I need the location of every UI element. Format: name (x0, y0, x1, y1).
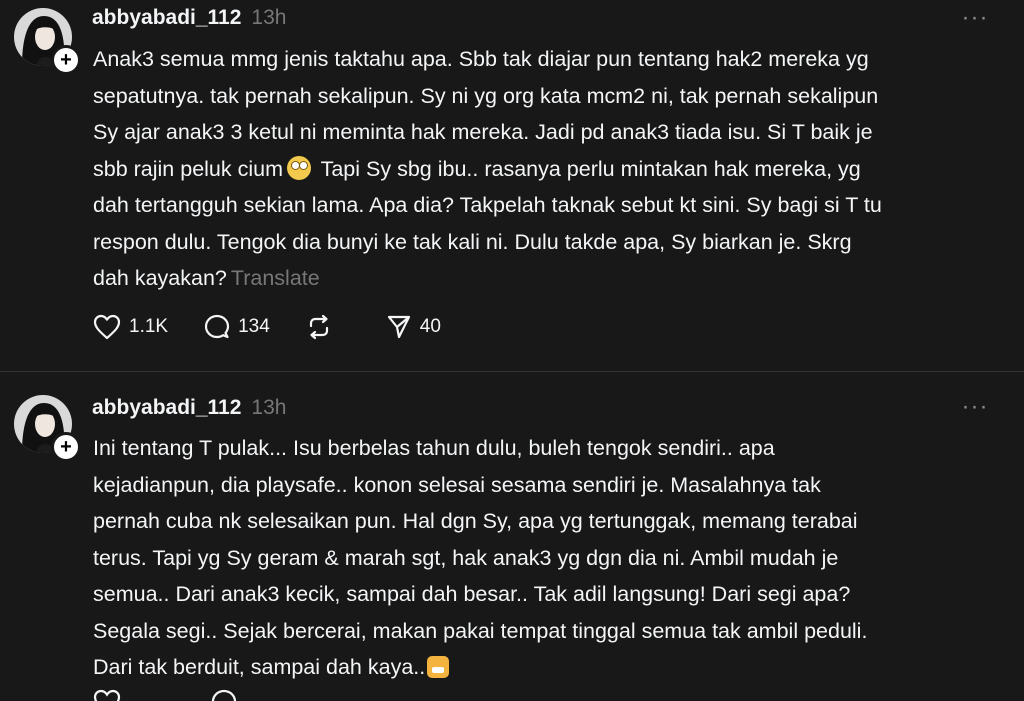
rolling-eyes-emoji-icon (287, 155, 312, 180)
post-actions: 1.1K 134 40 (93, 313, 477, 341)
repost-button[interactable] (306, 314, 340, 340)
reply-button[interactable]: 134 (204, 314, 270, 340)
timestamp[interactable]: 13h (251, 6, 286, 30)
avatar-container[interactable]: + (14, 8, 81, 75)
avatar-container[interactable]: + (14, 395, 81, 462)
thread-post: + abbyabadi_112 13h ··· Anak3 semua mmg … (0, 0, 1024, 370)
comment-icon[interactable] (211, 689, 237, 701)
thread-post: + abbyabadi_112 13h ··· Ini tentang T pu… (0, 381, 1024, 701)
post-text-part: Ini tentang T pulak... Isu berbelas tahu… (93, 436, 868, 679)
reply-count: 134 (238, 316, 270, 337)
post-divider (0, 371, 1024, 372)
repost-icon (309, 314, 328, 340)
send-icon (387, 315, 410, 339)
follow-plus-button[interactable]: + (51, 432, 81, 462)
post-header: abbyabadi_112 13h (92, 3, 286, 33)
threads-feed: + abbyabadi_112 13h ··· Anak3 semua mmg … (0, 0, 1024, 701)
heart-icon (93, 314, 121, 340)
post-text: Anak3 semua mmg jenis taktahu apa. Sbb t… (93, 41, 1008, 297)
username[interactable]: abbyabadi_112 (92, 6, 241, 30)
post-header: abbyabadi_112 13h (92, 393, 286, 423)
heart-icon[interactable] (93, 689, 121, 701)
timestamp[interactable]: 13h (251, 396, 286, 420)
comment-icon (204, 314, 230, 339)
follow-plus-button[interactable]: + (51, 45, 81, 75)
username[interactable]: abbyabadi_112 (92, 396, 241, 420)
steaming-angry-emoji-icon (427, 656, 450, 678)
post-actions (93, 689, 327, 701)
like-count: 1.1K (129, 316, 169, 337)
translate-link[interactable]: Translate (231, 266, 320, 290)
more-icon[interactable]: ··· (960, 395, 990, 419)
like-button[interactable]: 1.1K (93, 314, 168, 340)
post-text: Ini tentang T pulak... Isu berbelas tahu… (93, 430, 1008, 686)
share-button[interactable]: 40 (386, 314, 441, 340)
more-icon[interactable]: ··· (960, 6, 990, 30)
share-count: 40 (419, 316, 441, 337)
